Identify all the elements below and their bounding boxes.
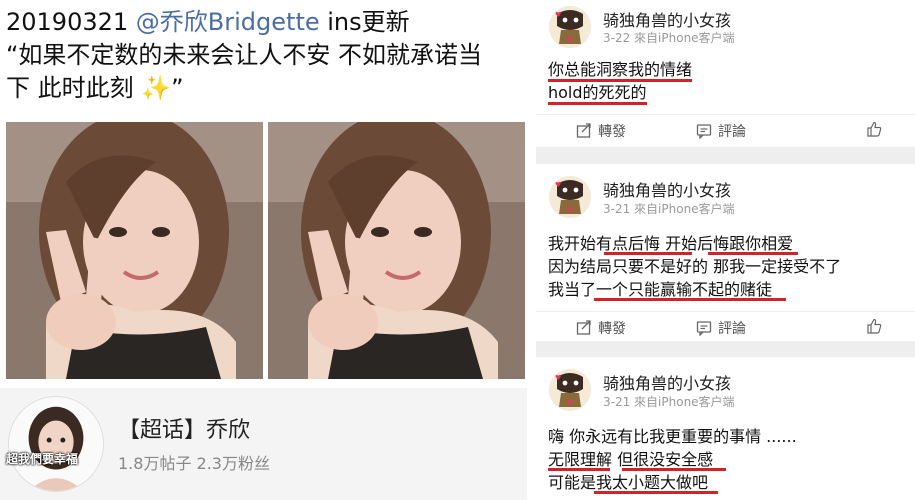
comment-line: hold的死死的: [548, 83, 647, 105]
avatar-sticker-icon: ♥ ♥: [549, 369, 591, 411]
like-button[interactable]: [866, 318, 888, 335]
repost-label: 轉發: [598, 321, 626, 337]
post-line-3-end: ”: [171, 74, 184, 102]
comment-line-2: 无限理解 但很没安全感: [548, 448, 797, 471]
comment-button[interactable]: 評論: [696, 121, 746, 141]
repost-icon: [576, 123, 591, 138]
svg-text:♥: ♥: [555, 374, 561, 382]
post-line-1-suffix: ins更新: [319, 8, 410, 36]
comments-panel: ♥ ♥ 骑独角兽的小女孩 3-22 來自iPhone客户端 你总能洞察我的情绪 …: [536, 0, 915, 500]
repost-icon: [576, 320, 591, 335]
comment-body: 你总能洞察我的情绪 hold的死死的: [548, 58, 693, 105]
comment-actions: 轉發 評論: [536, 311, 915, 341]
comment-line: 我开始有点后悔 开始后悔跟你相爱: [548, 234, 794, 253]
comment-username[interactable]: 骑独角兽的小女孩: [603, 370, 731, 394]
comment-line-1: 我开始有点后悔 开始后悔跟你相爱: [548, 232, 841, 255]
comment-line: 可能是我太小题大做吧: [548, 473, 709, 492]
comment-username[interactable]: 骑独角兽的小女孩: [603, 7, 731, 31]
post-photo-2[interactable]: [268, 122, 525, 379]
comment-line: 因为结局只要不是好的 那我一定接受不了: [548, 257, 842, 276]
comment-icon: [696, 321, 712, 336]
repost-button[interactable]: 轉發: [576, 121, 626, 141]
avatar[interactable]: ♥ ♥: [549, 6, 591, 48]
topic-avatar-overlay-text: 超我們要幸福: [6, 452, 79, 466]
repost-button[interactable]: 轉發: [576, 318, 626, 338]
comment-meta: 3-22 來自iPhone客户端: [603, 31, 735, 45]
comment-actions: 轉發 評論: [536, 114, 915, 144]
comment-body: 我开始有点后悔 开始后悔跟你相爱 因为结局只要不是好的 那我一定接受不了 我当了…: [548, 232, 841, 301]
svg-text:♥: ♥: [567, 206, 573, 214]
like-icon: [867, 318, 882, 334]
comment-line: 你总能洞察我的情绪: [548, 60, 693, 82]
comment-line: 嗨 你永远有比我更重要的事情 ......: [548, 427, 797, 446]
post-date: 20190321: [6, 8, 136, 36]
svg-text:♥: ♥: [555, 11, 561, 19]
post-line-3: 下 此时此刻 ✨”: [6, 72, 521, 105]
comment-line: 无限理解 但很没安全感: [548, 450, 714, 469]
repost-label: 轉發: [598, 124, 626, 140]
post-line-2: “如果不定数的未来会让人不安 不如就承诺当: [6, 41, 483, 69]
comment-body: 嗨 你永远有比我更重要的事情 ...... 无限理解 但很没安全感 可能是我太小…: [548, 425, 797, 494]
comment-card: ♥ ♥ 骑独角兽的小女孩 3-21 來自iPhone客户端 我开始有点后悔 开始…: [536, 164, 915, 341]
avatar-sticker-icon: ♥ ♥: [549, 6, 591, 48]
post-line-1: 20190321 @乔欣Bridgette ins更新: [6, 6, 521, 39]
comment-card: ♥ ♥ 骑独角兽的小女孩 3-22 來自iPhone客户端 你总能洞察我的情绪 …: [536, 0, 915, 147]
comment-line: 我当了一个只能赢输不起的赌徒: [548, 280, 773, 299]
topic-name[interactable]: 【超话】乔欣: [118, 412, 250, 444]
sparkles-emoji-icon: ✨: [141, 74, 172, 102]
like-icon: [867, 121, 882, 137]
super-topic-card[interactable]: 超我們要幸福 【超话】乔欣 1.8万帖子 2.3万粉丝: [0, 388, 527, 500]
mention-link[interactable]: @乔欣Bridgette: [136, 8, 320, 36]
avatar[interactable]: ♥ ♥: [549, 176, 591, 218]
comment-card: ♥ ♥ 骑独角兽的小女孩 3-21 來自iPhone客户端 嗨 你永远有比我更重…: [536, 357, 915, 500]
comment-line-3: 可能是我太小题大做吧: [548, 471, 797, 494]
svg-text:♥: ♥: [567, 36, 573, 44]
comment-username[interactable]: 骑独角兽的小女孩: [603, 177, 731, 201]
comment-button[interactable]: 評論: [696, 318, 746, 338]
comment-line-3: 我当了一个只能赢输不起的赌徒: [548, 278, 841, 301]
comment-meta: 3-21 來自iPhone客户端: [603, 395, 735, 409]
comment-meta: 3-21 來自iPhone客户端: [603, 202, 735, 216]
svg-text:♥: ♥: [567, 399, 573, 407]
post-photo-1[interactable]: [6, 122, 263, 379]
svg-text:♥: ♥: [555, 181, 561, 189]
topic-stats: 1.8万帖子 2.3万粉丝: [118, 454, 270, 473]
comment-label: 評論: [718, 321, 746, 337]
topic-avatar[interactable]: [8, 396, 104, 492]
comment-label: 評論: [718, 124, 746, 140]
post-line-3-text: 下 此时此刻: [6, 74, 142, 102]
avatar[interactable]: ♥ ♥: [549, 369, 591, 411]
comment-icon: [696, 124, 712, 139]
avatar-sticker-icon: ♥ ♥: [549, 176, 591, 218]
like-button[interactable]: [866, 121, 888, 138]
post-text: 20190321 @乔欣Bridgette ins更新 “如果不定数的未来会让人…: [6, 6, 521, 105]
left-post-panel: 20190321 @乔欣Bridgette ins更新 “如果不定数的未来会让人…: [0, 0, 527, 500]
